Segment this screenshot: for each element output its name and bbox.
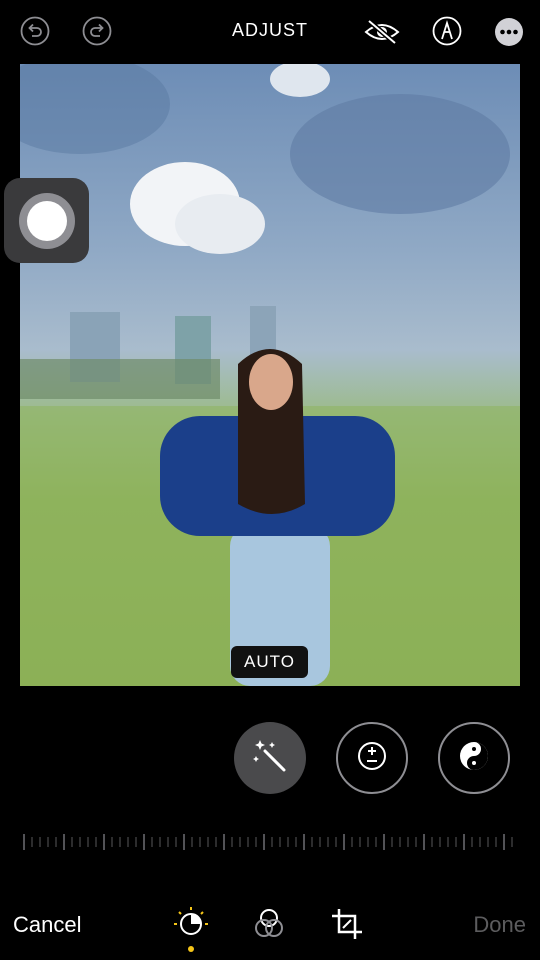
filters-icon xyxy=(251,906,287,947)
done-button[interactable]: Done xyxy=(473,912,526,938)
auto-enhance-button[interactable] xyxy=(234,722,306,794)
selected-tab-indicator xyxy=(188,946,194,952)
tab-adjust[interactable] xyxy=(171,906,211,946)
yin-yang-icon xyxy=(454,736,494,781)
magic-wand-icon xyxy=(250,736,290,781)
eye-slash-icon[interactable] xyxy=(362,17,402,47)
exposure-button[interactable] xyxy=(336,722,408,794)
tab-crop[interactable] xyxy=(327,906,367,946)
photo-preview[interactable] xyxy=(20,64,520,686)
plus-minus-icon xyxy=(352,736,392,781)
cancel-button[interactable]: Cancel xyxy=(13,912,81,938)
assistive-touch-ring xyxy=(18,192,75,249)
crop-icon xyxy=(329,906,365,947)
tab-filters[interactable] xyxy=(249,906,289,946)
assistive-touch-dot xyxy=(26,200,67,241)
top-toolbar: ADJUST xyxy=(0,0,540,64)
more-ellipsis-icon[interactable] xyxy=(494,17,524,47)
adjust-dial-icon xyxy=(173,906,209,947)
assistive-touch-button[interactable] xyxy=(4,178,89,263)
adjustment-slider[interactable] xyxy=(20,832,520,852)
auto-badge: AUTO xyxy=(231,646,308,678)
markup-pen-icon[interactable] xyxy=(432,16,462,46)
brilliance-button[interactable] xyxy=(438,722,510,794)
